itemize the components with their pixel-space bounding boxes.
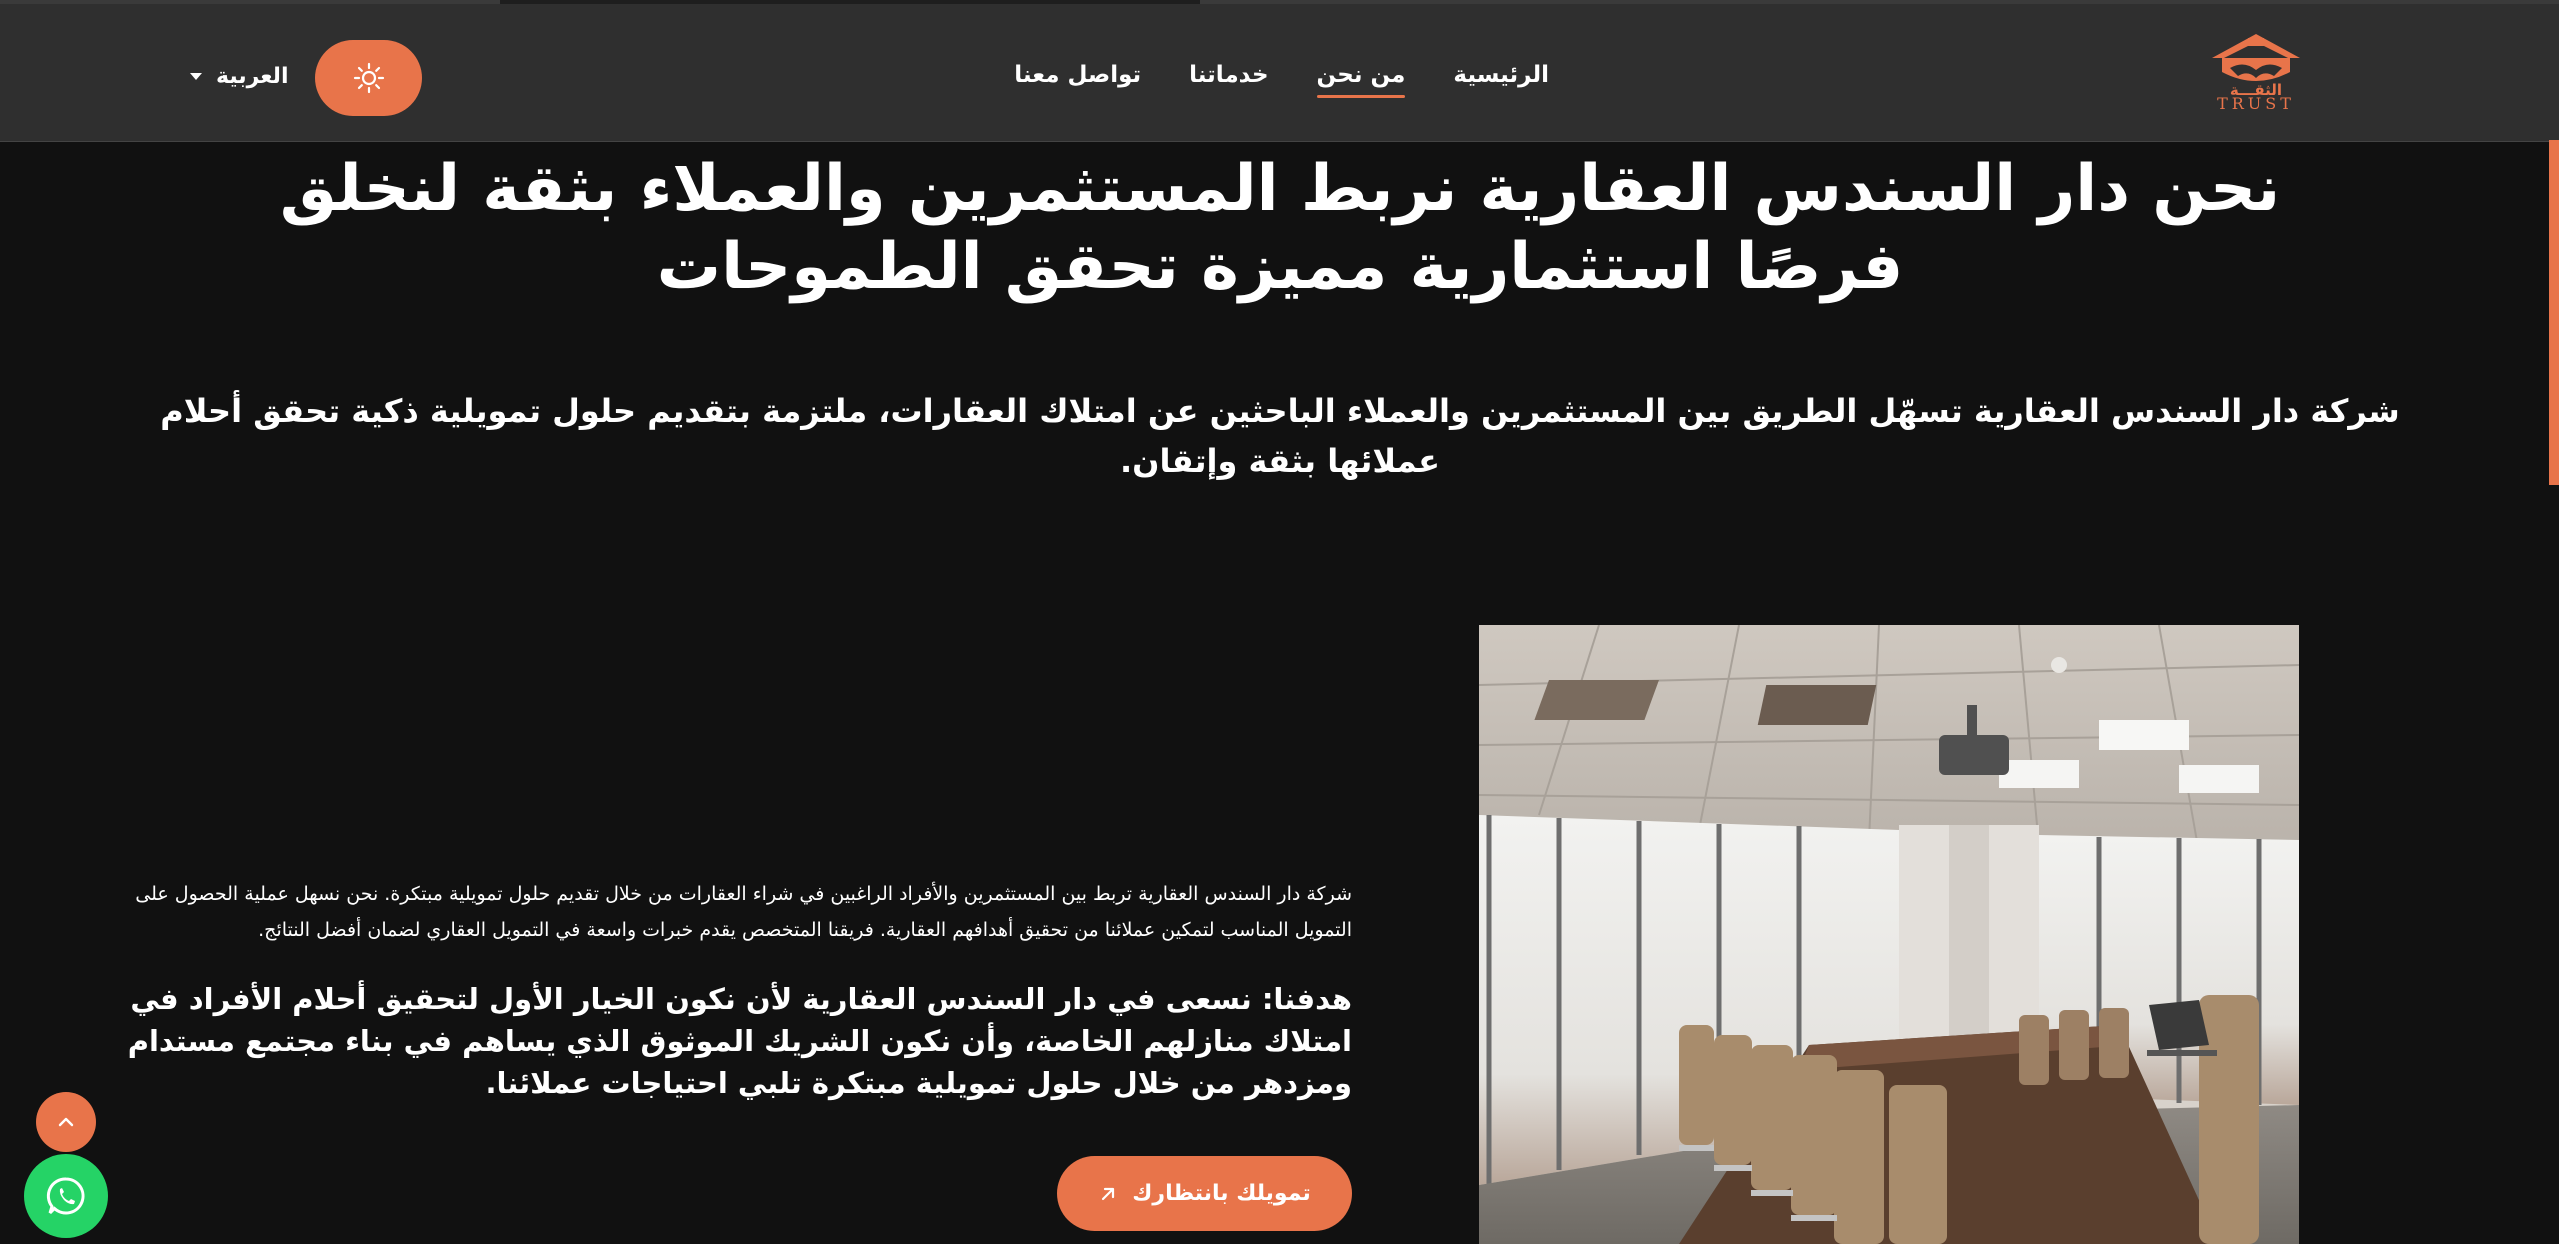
hero-subtitle: شركة دار السندس العقارية تسهّل الطريق بي… — [160, 392, 2400, 480]
whatsapp-button[interactable] — [24, 1154, 108, 1238]
chevron-down-icon — [190, 73, 202, 80]
language-label: العربية — [216, 64, 289, 89]
nav-about[interactable]: من نحن — [1316, 62, 1405, 98]
main-nav: الرئيسية من نحن خدماتنا تواصل معنا — [1014, 62, 1549, 98]
sun-icon — [353, 62, 384, 94]
trust-logo[interactable]: الثقـــة TRUST — [2208, 32, 2304, 124]
chevron-up-icon — [58, 1117, 74, 1127]
cta-label: تمويلك بانتظارك — [1132, 1181, 1311, 1206]
site-header: الثقـــة TRUST الرئيسية من نحن خدماتنا ت… — [0, 4, 2559, 142]
about-description: شركة دار السندس العقارية تربط بين المستث… — [135, 883, 1352, 941]
nav-home[interactable]: الرئيسية — [1453, 62, 1549, 98]
house-handshake-icon: الثقـــة — [2212, 34, 2300, 99]
nav-services[interactable]: خدماتنا — [1189, 62, 1268, 98]
goal-statement: هدفنا: نسعى في دار السندس العقارية لأن ن… — [127, 982, 1352, 1100]
hero-title: نحن دار السندس العقارية نربط المستثمرين … — [279, 152, 2281, 304]
page-scrollbar[interactable] — [2549, 140, 2559, 485]
logo-text: TRUST — [2217, 94, 2295, 113]
financing-cta-button[interactable]: تمويلك بانتظارك — [1057, 1156, 1352, 1231]
scroll-to-top-button[interactable] — [36, 1092, 96, 1152]
conference-room-photo — [1479, 625, 2299, 1244]
arrow-up-right-icon — [1102, 1187, 1115, 1200]
whatsapp-icon — [46, 1177, 85, 1215]
theme-toggle-button[interactable] — [315, 40, 422, 116]
language-selector[interactable]: العربية — [190, 64, 289, 89]
nav-contact[interactable]: تواصل معنا — [1014, 62, 1141, 98]
